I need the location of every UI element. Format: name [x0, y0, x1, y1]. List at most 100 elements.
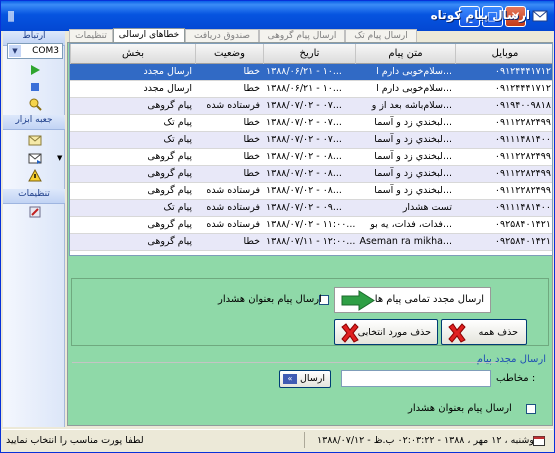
table-row[interactable]: پیام گروهی فرستاده شده ۱۳۸۸/۰۷/۰۲ - ۰۸... ل… — [70, 183, 552, 200]
cell-status: فرستاده شده — [206, 100, 260, 111]
cell-message: لبخندي زد و آسما... — [374, 117, 452, 128]
cell-message: سلام‌خوبی دارم ا... — [376, 83, 452, 94]
send-mail-icon[interactable] — [28, 151, 42, 165]
tab-single-send[interactable]: ارسال پیام تک — [345, 29, 417, 43]
arrow-right-icon — [341, 290, 375, 311]
cell-mobile: ۰۹۱۲۴۴۴۱۷۱۲ — [494, 83, 551, 94]
recipient-label: مخاطب : — [496, 373, 536, 384]
cell-date: ۱۳۸۸/۰۷/۰۲ - ۰۸... — [266, 185, 342, 196]
cell-mobile: ۰۹۱۱۲۲۸۲۴۹۹ — [494, 168, 551, 179]
cell-message: تست هشدار — [402, 202, 452, 213]
cell-status: خطا — [243, 134, 260, 145]
status-bar: لطفا پورت مناسب را انتخاب نمایید ۱۳۸۸/۰۷… — [2, 429, 553, 451]
tab-settings[interactable]: تنظیمات — [69, 29, 113, 43]
cell-section: پیام گروهی — [147, 185, 192, 196]
send-button[interactable]: « ارسال — [279, 370, 331, 388]
cell-date: ۱۳۸۸/۰۷/۰۲ - ۱۱:۰۰... — [266, 219, 355, 230]
status-datetime: ۱۳۸۸/۰۷/۱۲ - دوشنبه ، ۱۲ مهر ، ۱۳۸۸ - ۰۲… — [317, 435, 539, 446]
col-status[interactable]: وضعیت — [195, 44, 263, 64]
cell-section: پیام تک — [163, 202, 192, 213]
chevron-down-icon: ▼ — [9, 45, 21, 57]
cell-date: ۱۳۸۸/۰۷/۰۲ - ۰۷... — [266, 117, 342, 128]
cell-mobile: ۰۹۲۵۸۴۰۱۴۲۱ — [494, 219, 551, 230]
table-row[interactable]: پیام گروهی خطا ۱۳۸۸/۰۷/۱۱ - ۱۲:۰۰... Aseman… — [70, 234, 552, 251]
cell-date: ۱۳۸۸/۰۷/۰۲ - ۰۸... — [266, 168, 342, 179]
cell-message: لبخندي زد و آسما... — [374, 151, 452, 162]
sidebar: ارتباط ▼ COM3 جعبه ابزار ▼ تنظیمات — [3, 31, 65, 427]
app-icon — [532, 10, 548, 22]
cell-status: فرستاده شده — [206, 185, 260, 196]
col-section[interactable]: بخش — [70, 44, 195, 64]
cell-status: خطا — [243, 83, 260, 94]
cell-mobile: ۰۹۱۱۱۴۸۱۴۰۰ — [494, 134, 551, 145]
grid-header: بخش وضعیت تاریخ متن پیام موبایل — [70, 44, 552, 64]
port-select[interactable]: ▼ COM3 — [7, 43, 63, 59]
table-row[interactable]: پیام تک فرستاده شده ۱۳۸۸/۰۷/۰۲ - ۰۹... تست … — [70, 200, 552, 217]
cell-section: پیام تک — [163, 134, 192, 145]
cell-message: سلام‌باشه بعد از و... — [371, 100, 452, 111]
table-row[interactable]: پیام تک خطا ۱۳۸۸/۰۷/۰۲ - ۰۷... لبخندي زد و … — [70, 115, 552, 132]
table-row[interactable]: پیام گروهی فرستاده شده ۱۳۸۸/۰۷/۰۲ - ۱۱:۰۰.… — [70, 217, 552, 234]
app-window: ||| _ □ ✕ ارسال پیام کوتاه ارتباط ▼ COM3… — [0, 0, 555, 453]
col-message[interactable]: متن پیام — [355, 44, 455, 64]
inbox-icon[interactable] — [28, 133, 42, 147]
tab-inbox[interactable]: صندوق دریافت — [185, 29, 259, 43]
cell-date: ۱۳۸۸/۰۷/۱۱ - ۱۲:۰۰... — [266, 236, 355, 247]
cell-status: فرستاده شده — [206, 219, 260, 230]
toolbox-header: جعبه ابزار — [3, 115, 65, 130]
cell-message: سلام‌خوبی دارم ا... — [376, 66, 452, 77]
resend-section-title: ارسال مجدد پیام — [476, 354, 546, 365]
cell-section: پیام گروهی — [147, 151, 192, 162]
section-divider — [72, 362, 497, 363]
table-row[interactable]: پیام گروهی خطا ۱۳۸۸/۰۷/۰۲ - ۰۸... لبخندي زد… — [70, 149, 552, 166]
system-menu-mark[interactable]: ||| — [7, 9, 15, 22]
actions-group: ارسال مجدد تمامی پیام ها ارسال پیام بعنو… — [71, 278, 549, 346]
window-title: ارسال پیام کوتاه — [430, 8, 530, 22]
cell-status: خطا — [243, 151, 260, 162]
delete-all-label: حذف همه — [478, 327, 518, 338]
cell-section: پیام گروهی — [147, 219, 192, 230]
cell-message: لبخندي زد و آسما... — [374, 134, 452, 145]
send-as-warning-label: ارسال پیام بعنوان هشدار — [408, 403, 512, 414]
title-bar: ||| _ □ ✕ ارسال پیام کوتاه — [1, 1, 554, 31]
stop-icon[interactable] — [28, 80, 42, 94]
delete-all-button[interactable]: حذف همه — [441, 319, 527, 345]
table-row[interactable]: پیام گروهی خطا ۱۳۸۸/۰۷/۰۲ - ۰۸... لبخندي زد… — [70, 166, 552, 183]
recipient-input[interactable] — [341, 370, 491, 387]
search-icon[interactable] — [28, 97, 42, 111]
cell-date: ۱۳۸۸/۰۷/۰۲ - ۰۸... — [266, 151, 342, 162]
cell-mobile: ۰۹۲۵۸۴۰۱۴۲۱ — [494, 236, 551, 247]
tab-strip: تنظیمات خطاهای ارسالی صندوق دریافت ارسال… — [67, 28, 553, 43]
resend-all-button[interactable]: ارسال مجدد تمامی پیام ها — [334, 287, 491, 313]
col-mobile[interactable]: موبایل — [455, 44, 552, 64]
table-row[interactable]: پیام گروهی فرستاده شده ۱۳۸۸/۰۷/۰۲ - ۰۷... س… — [70, 98, 552, 115]
cell-section: پیام گروهی — [147, 100, 192, 111]
delete-icon — [448, 323, 466, 343]
cell-status: خطا — [243, 117, 260, 128]
table-row[interactable]: پیام تک خطا ۱۳۸۸/۰۷/۰۲ - ۰۷... لبخندي زد و … — [70, 132, 552, 149]
errors-grid[interactable]: بخش وضعیت تاریخ متن پیام موبایل ارسال مج… — [69, 43, 553, 256]
cell-status: خطا — [243, 66, 260, 77]
delete-selected-button[interactable]: حذف مورد انتخابی — [334, 319, 438, 345]
tab-group-send[interactable]: ارسال پیام گروهی — [259, 29, 345, 43]
col-date[interactable]: تاریخ — [263, 44, 355, 64]
cell-mobile: ۰۹۱۱۲۲۸۲۴۹۹ — [494, 117, 551, 128]
cell-section: ارسال مجدد — [143, 83, 192, 94]
table-row[interactable]: ارسال مجدد خطا ۱۳۸۸/۰۶/۲۱ - ۱۰... سلام‌خوبی… — [70, 64, 552, 81]
calendar-icon — [533, 436, 545, 446]
cell-date: ۱۳۸۸/۰۶/۲۱ - ۱۰... — [266, 66, 342, 77]
resend-all-label: ارسال مجدد تمامی پیام ها — [374, 294, 484, 305]
cell-section: ارسال مجدد — [143, 66, 192, 77]
settings-icon[interactable] — [28, 205, 42, 219]
cell-message: Aseman ra mikha... — [359, 236, 452, 247]
send-as-warning-checkbox[interactable] — [526, 404, 536, 414]
port-value: COM3 — [32, 46, 59, 56]
cell-status: فرستاده شده — [206, 202, 260, 213]
table-row[interactable]: ارسال مجدد خطا ۱۳۸۸/۰۶/۲۱ - ۱۰... سلام‌خوبی… — [70, 81, 552, 98]
tab-send-errors[interactable]: خطاهای ارسالی — [113, 28, 185, 43]
errors-panel: بخش وضعیت تاریخ متن پیام موبایل ارسال مج… — [67, 42, 553, 426]
cell-mobile: ۰۹۱۹۴۰۰۹۸۱۸ — [494, 100, 551, 111]
warning-icon[interactable] — [28, 169, 42, 183]
play-icon[interactable] — [28, 63, 42, 77]
send-mail-dropdown-icon[interactable]: ▼ — [57, 154, 62, 162]
